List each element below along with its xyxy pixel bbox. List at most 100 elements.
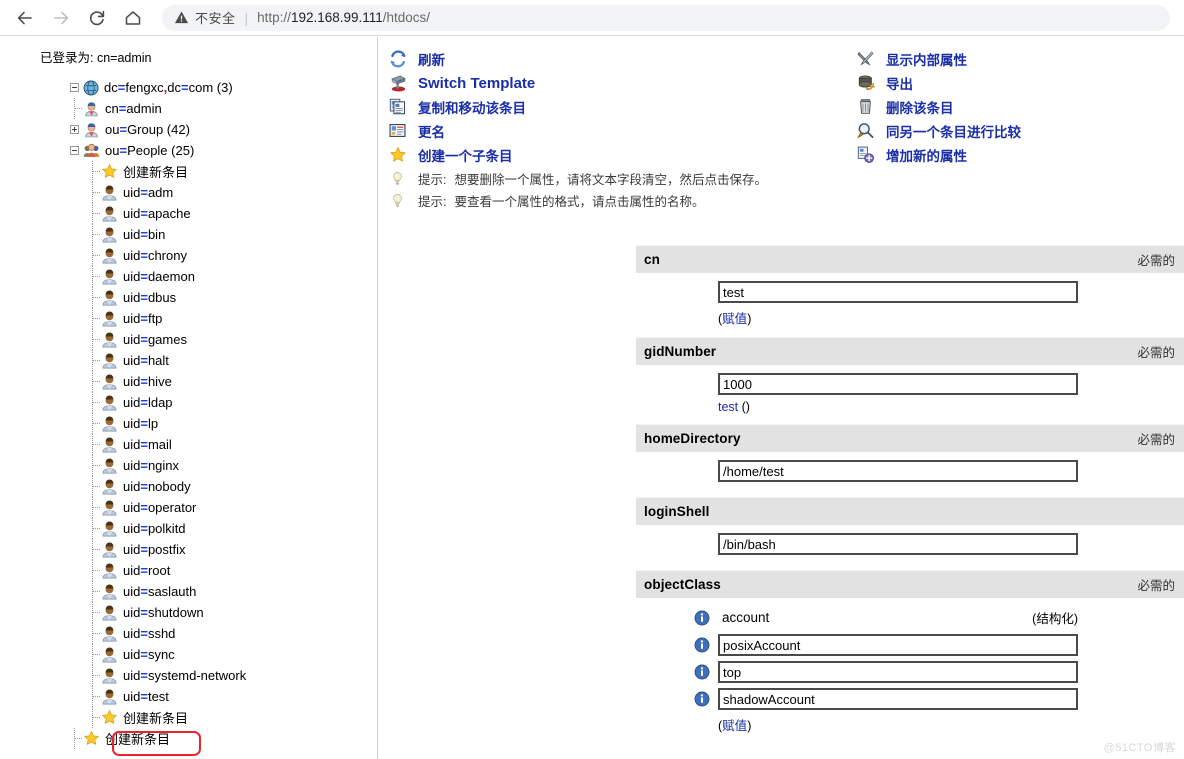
attribute-value-input[interactable]	[718, 460, 1078, 482]
toolbar-action[interactable]: 增加新的属性	[857, 143, 1177, 167]
toolbar-right-column: 显示内部属性 导出 删除该条目 同另一个条目进行比较 增加新的属性	[856, 47, 1177, 167]
trash-icon	[857, 97, 879, 117]
tree-node[interactable]: uid=bin	[0, 224, 377, 245]
tree-node[interactable]: uid=games	[0, 329, 377, 350]
info-icon[interactable]	[694, 691, 710, 707]
tree-connector	[88, 245, 101, 266]
toolbar-action[interactable]: 显示内部属性	[857, 47, 1177, 71]
attribute-value-input[interactable]	[718, 533, 1078, 555]
toolbar-action[interactable]: 创建一个子条目	[389, 143, 859, 167]
tree-node-label: ou=Group (42)	[105, 122, 190, 137]
tree-node[interactable]: uid=ftp	[0, 308, 377, 329]
attribute-add-value-link[interactable]: (赋值)	[636, 308, 1184, 327]
tree-node[interactable]: ou=People (25)	[0, 140, 377, 161]
toolbar-action[interactable]: Switch Template	[389, 71, 859, 95]
tree-node[interactable]: uid=chrony	[0, 245, 377, 266]
add-attribute-icon	[857, 145, 879, 165]
tree-node[interactable]: uid=apache	[0, 203, 377, 224]
attribute-value-input[interactable]	[718, 634, 1078, 656]
tree-node[interactable]: uid=halt	[0, 350, 377, 371]
attribute-name[interactable]: objectClass	[644, 577, 721, 592]
tree-node[interactable]: uid=systemd-network	[0, 665, 377, 686]
attribute-value-input[interactable]	[718, 373, 1078, 395]
collapse-icon[interactable]	[70, 146, 79, 155]
expand-icon[interactable]	[70, 125, 79, 134]
back-button[interactable]	[10, 3, 40, 33]
toolbar-action[interactable]: 复制和移动该条目	[389, 95, 859, 119]
tree-node-label: uid=adm	[123, 185, 174, 200]
toolbar-action[interactable]: 刷新	[389, 47, 859, 71]
attribute-row: gidNumber 必需的 test ()	[636, 337, 1184, 424]
tree-connector	[88, 350, 101, 371]
tools-icon	[857, 49, 879, 69]
tree-node[interactable]: uid=polkitd	[0, 518, 377, 539]
tree-node[interactable]: uid=root	[0, 560, 377, 581]
tree-node-label: uid=systemd-network	[123, 668, 247, 683]
address-bar[interactable]: 不安全 | http://192.168.99.111/htdocs/	[162, 4, 1170, 31]
attribute-name[interactable]: cn	[644, 252, 660, 267]
tree-node[interactable]: uid=adm	[0, 182, 377, 203]
user-admin-icon	[83, 100, 100, 117]
tree-node[interactable]: uid=test	[0, 686, 377, 707]
tree-node[interactable]: cn=admin	[0, 98, 377, 119]
attribute-name[interactable]: gidNumber	[644, 344, 716, 359]
tree-create-entry[interactable]: 创建新条目	[0, 161, 377, 182]
tree-node[interactable]: dc=fengxc,dc=com (3)	[0, 77, 377, 98]
toolbar-action[interactable]: 删除该条目	[857, 95, 1177, 119]
person-icon	[101, 604, 118, 621]
tree-node[interactable]: uid=postfix	[0, 539, 377, 560]
tree-node[interactable]: uid=lp	[0, 413, 377, 434]
attribute-structural-note: (结构化)	[1032, 612, 1078, 626]
tree-node[interactable]: uid=operator	[0, 497, 377, 518]
attribute-value-input[interactable]	[718, 661, 1078, 683]
tree-node[interactable]: uid=nginx	[0, 455, 377, 476]
tree-node-label: uid=lp	[123, 416, 159, 431]
info-icon[interactable]	[694, 637, 710, 653]
tree-node[interactable]: uid=shutdown	[0, 602, 377, 623]
person-icon	[101, 373, 118, 390]
tree-node[interactable]: uid=dbus	[0, 287, 377, 308]
tree-connector	[88, 287, 101, 308]
tree-node[interactable]: uid=mail	[0, 434, 377, 455]
tree-node[interactable]: uid=daemon	[0, 266, 377, 287]
reload-button[interactable]	[82, 3, 112, 33]
person-icon	[101, 226, 118, 243]
tree-node[interactable]: uid=saslauth	[0, 581, 377, 602]
info-icon[interactable]	[694, 664, 710, 680]
attribute-value-input[interactable]	[718, 281, 1078, 303]
collapse-icon[interactable]	[70, 83, 79, 92]
tree-node[interactable]: uid=hive	[0, 371, 377, 392]
tree-node[interactable]: uid=sync	[0, 644, 377, 665]
home-button[interactable]	[118, 3, 148, 33]
login-status: 已登录为: cn=admin	[40, 51, 152, 65]
tree-node-label: uid=ftp	[123, 311, 163, 326]
toolbar-hint: 提示: 要查看一个属性的格式，请点击属性的名称。	[389, 189, 859, 211]
tree-node[interactable]: ou=Group (42)	[0, 119, 377, 140]
group-icon	[83, 142, 100, 159]
tree-node[interactable]: uid=sshd	[0, 623, 377, 644]
attribute-value-row	[636, 688, 1184, 710]
tree-node-label: 创建新条目	[123, 165, 189, 180]
toolbar-action[interactable]: 同另一个条目进行比较	[856, 119, 1177, 143]
person-icon	[101, 625, 118, 642]
info-icon[interactable]	[694, 610, 710, 626]
person-icon	[101, 541, 118, 558]
forward-button[interactable]	[46, 3, 76, 33]
attribute-row: objectClass 必需的 account (结构化) (赋值)	[636, 570, 1184, 744]
tree-create-entry[interactable]: 创建新条目	[0, 728, 377, 749]
attribute-resolved-value[interactable]: test ()	[636, 400, 1184, 414]
tree-create-entry[interactable]: 创建新条目	[0, 707, 377, 728]
trash-icon	[857, 98, 875, 116]
attribute-add-value-link[interactable]: (赋值)	[636, 715, 1184, 734]
toolbar-action[interactable]: 更名	[388, 119, 859, 143]
tree-node[interactable]: uid=nobody	[0, 476, 377, 497]
rename-icon	[388, 122, 407, 140]
tree-connector	[88, 266, 101, 287]
tree-node[interactable]: uid=ldap	[0, 392, 377, 413]
toolbar-action[interactable]: 导出	[857, 71, 1177, 95]
attribute-value-input[interactable]	[718, 688, 1078, 710]
attribute-name[interactable]: homeDirectory	[644, 431, 741, 446]
warning-triangle-icon	[174, 10, 189, 25]
attribute-name[interactable]: loginShell	[644, 504, 710, 519]
info-icon	[694, 637, 710, 653]
